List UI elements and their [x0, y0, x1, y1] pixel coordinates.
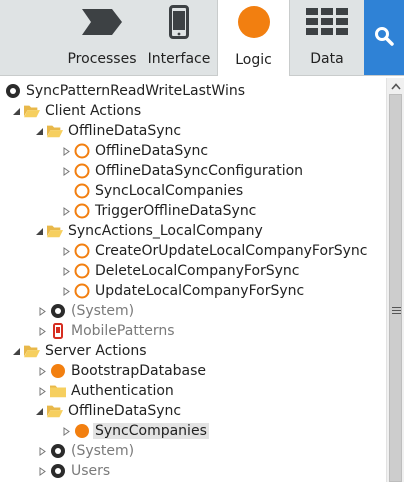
tab-logic[interactable]: Logic [217, 0, 290, 76]
collapse-arrow-icon[interactable] [36, 441, 48, 461]
client-action-icon [74, 203, 90, 219]
collapse-arrow-icon[interactable] [36, 321, 48, 341]
server-action-icon [50, 363, 66, 379]
system-module-icon [50, 303, 66, 319]
search-button[interactable] [364, 0, 404, 75]
collapse-arrow-icon[interactable] [36, 301, 48, 321]
open-folder-icon [24, 103, 40, 119]
tree-label: DeleteLocalCompanyForSync [95, 263, 300, 279]
tree-label: BootstrapDatabase [71, 363, 207, 379]
client-action-icon [74, 143, 90, 159]
expand-arrow-icon[interactable] [10, 101, 22, 121]
tree-label: Authentication [71, 383, 174, 399]
collapse-arrow-icon[interactable] [60, 241, 72, 261]
scrollbar-grip-icon [392, 307, 401, 316]
tree-item-offline-data-sync[interactable]: OfflineDataSync [60, 141, 208, 161]
tree-folder-server-actions[interactable]: Server Actions [10, 341, 147, 361]
tree-item-client-system[interactable]: (System) [36, 301, 134, 321]
vertical-scrollbar[interactable] [386, 78, 404, 482]
tree-label: Users [71, 463, 111, 479]
tree-folder-offline-data-sync[interactable]: OfflineDataSync [33, 121, 181, 141]
logic-tree: SyncPatternReadWriteLastWins Client Acti… [0, 78, 386, 482]
tree-item-sync-local-companies[interactable]: SyncLocalCompanies [74, 181, 243, 201]
expand-arrow-icon[interactable] [33, 401, 45, 421]
tree-root-label: SyncPatternReadWriteLastWins [26, 83, 246, 99]
open-folder-icon [47, 223, 63, 239]
client-action-icon [74, 263, 90, 279]
tree-label: CreateOrUpdateLocalCompanyForSync [95, 243, 368, 259]
server-action-icon [74, 423, 90, 439]
tree-label: SyncActions_LocalCompany [68, 223, 263, 239]
tree-item-bootstrap-database[interactable]: BootstrapDatabase [36, 361, 206, 381]
tree-folder-server-offline-data-sync[interactable]: OfflineDataSync [33, 401, 181, 421]
tree-item-delete-local-company[interactable]: DeleteLocalCompanyForSync [60, 261, 300, 281]
collapse-arrow-icon[interactable] [36, 461, 48, 481]
tree-item-update-local-company[interactable]: UpdateLocalCompanyForSync [60, 281, 304, 301]
tree-label: OfflineDataSync [68, 123, 182, 139]
open-folder-icon [24, 343, 40, 359]
tab-data-label: Data [310, 51, 344, 67]
logic-circle-icon [237, 5, 271, 43]
tree-folder-authentication[interactable]: Authentication [36, 381, 174, 401]
collapse-arrow-icon[interactable] [36, 361, 48, 381]
expand-arrow-icon[interactable] [33, 121, 45, 141]
expand-arrow-icon[interactable] [10, 341, 22, 361]
client-action-icon [74, 183, 90, 199]
tab-data[interactable]: Data [291, 0, 363, 75]
tree-label: MobilePatterns [71, 323, 175, 339]
tab-interface[interactable]: Interface [142, 0, 216, 75]
mobile-module-icon [50, 323, 66, 339]
top-toolbar: Processes Interface Logic Data [0, 0, 404, 76]
open-folder-icon [47, 123, 63, 139]
collapse-arrow-icon[interactable] [60, 281, 72, 301]
tab-processes-label: Processes [67, 51, 137, 67]
tree-folder-sync-actions-local-company[interactable]: SyncActions_LocalCompany [33, 221, 263, 241]
tree-label: OfflineDataSyncConfiguration [95, 163, 304, 179]
scrollbar-thumb[interactable] [389, 94, 402, 482]
tab-logic-label: Logic [235, 52, 272, 68]
tree-label: SyncCompanies [93, 423, 209, 439]
tab-interface-label: Interface [147, 51, 211, 67]
collapse-arrow-icon[interactable] [60, 161, 72, 181]
tree-item-create-or-update-local-company[interactable]: CreateOrUpdateLocalCompanyForSync [60, 241, 368, 261]
folder-icon [50, 383, 66, 399]
table-grid-icon [306, 8, 348, 40]
tree-label: UpdateLocalCompanyForSync [95, 283, 305, 299]
collapse-arrow-icon[interactable] [36, 381, 48, 401]
users-module-icon [50, 463, 66, 479]
tree-item-trigger-offline-data-sync[interactable]: TriggerOfflineDataSync [60, 201, 256, 221]
tree-label: TriggerOfflineDataSync [95, 203, 257, 219]
tree-label: SyncLocalCompanies [95, 183, 244, 199]
tree-item-mobile-patterns[interactable]: MobilePatterns [36, 321, 175, 341]
tree-item-offline-data-sync-configuration[interactable]: OfflineDataSyncConfiguration [60, 161, 303, 181]
open-folder-icon [47, 403, 63, 419]
tree-label: (System) [71, 443, 135, 459]
client-action-icon [74, 283, 90, 299]
tree-item-server-system[interactable]: (System) [36, 441, 134, 461]
tree-label: Client Actions [45, 103, 142, 119]
tab-processes[interactable]: Processes [64, 0, 140, 75]
tree-label: (System) [71, 303, 135, 319]
search-icon [374, 26, 394, 50]
tree-item-sync-companies[interactable]: SyncCompanies [60, 421, 209, 441]
client-action-icon [74, 163, 90, 179]
processes-icon [82, 9, 122, 39]
collapse-arrow-icon[interactable] [60, 201, 72, 221]
tree-folder-client-actions[interactable]: Client Actions [10, 101, 141, 121]
expand-arrow-icon[interactable] [33, 221, 45, 241]
mobile-device-icon [169, 5, 189, 43]
module-icon [5, 83, 21, 99]
tree-label: Server Actions [45, 343, 147, 359]
system-module-icon [50, 443, 66, 459]
tree-item-users[interactable]: Users [36, 461, 110, 481]
collapse-arrow-icon[interactable] [60, 261, 72, 281]
tree-label: OfflineDataSync [95, 143, 209, 159]
collapse-arrow-icon[interactable] [60, 421, 72, 441]
tree-label: OfflineDataSync [68, 403, 182, 419]
scroll-up-arrow-icon[interactable] [387, 78, 404, 94]
collapse-arrow-icon[interactable] [60, 141, 72, 161]
tree-root[interactable]: SyncPatternReadWriteLastWins [5, 81, 245, 101]
client-action-icon [74, 243, 90, 259]
